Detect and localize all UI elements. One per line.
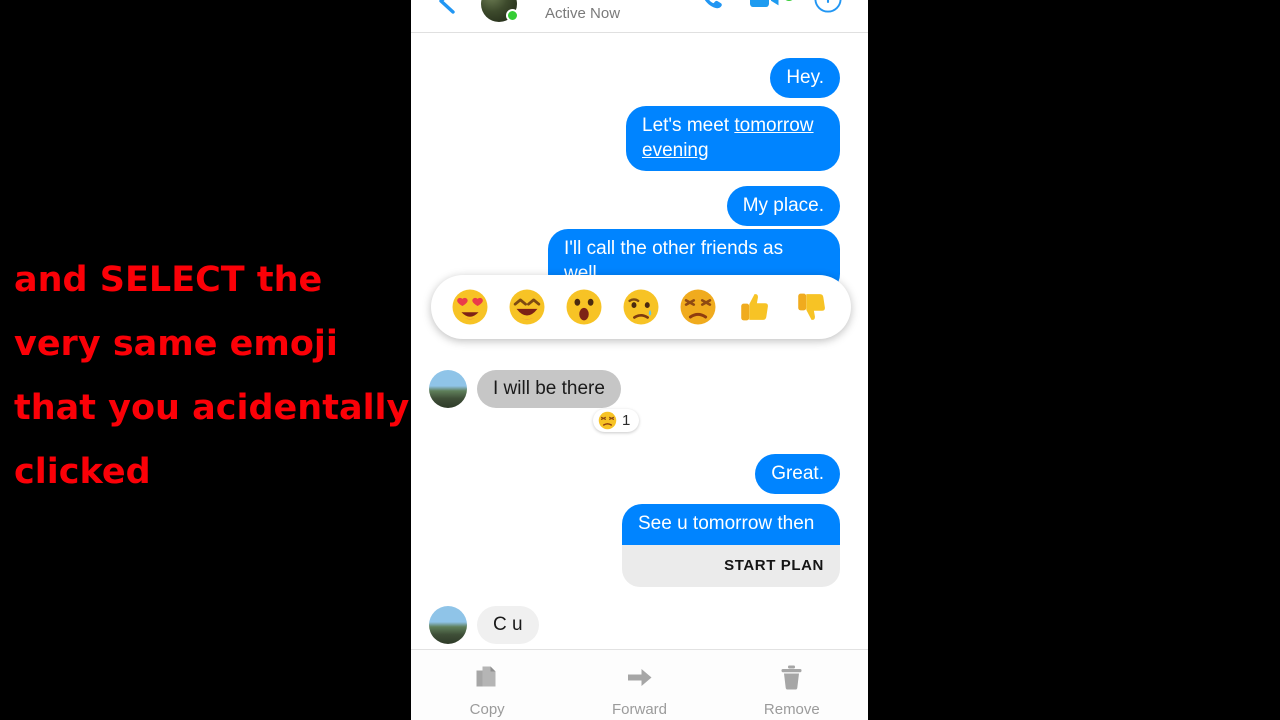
emoji-reaction-picker[interactable] — [431, 275, 851, 339]
wow-emoji[interactable] — [564, 287, 604, 327]
message-reaction-badge[interactable]: 1 — [593, 409, 640, 432]
copy-action[interactable]: Copy — [411, 650, 563, 720]
contact-avatar[interactable] — [481, 0, 519, 22]
forward-arrow-icon — [624, 662, 655, 693]
video-active-dot — [783, 0, 795, 1]
thumbs-down-emoji[interactable] — [792, 287, 832, 327]
message-bubble-outgoing[interactable]: Great. — [755, 454, 840, 494]
reaction-count: 1 — [622, 412, 631, 429]
info-circle-icon[interactable] — [813, 0, 843, 14]
sad-emoji[interactable] — [621, 287, 661, 327]
message-row: Great. — [755, 454, 840, 494]
sender-avatar — [429, 606, 467, 644]
remove-action[interactable]: Remove — [716, 650, 868, 720]
back-arrow-icon[interactable] — [433, 0, 463, 16]
message-bubble-outgoing[interactable]: Let's meet tomorrow evening — [626, 106, 840, 171]
message-text-part: Let's meet — [642, 115, 735, 136]
tutorial-annotation-text: and SELECT the very same emoji that you … — [14, 260, 410, 492]
message-action-bar[interactable]: Copy Forward Remove — [411, 649, 868, 720]
angry-emoji — [598, 411, 617, 430]
message-thread[interactable]: Hey. Let's meet tomorrow evening My plac… — [411, 34, 868, 649]
forward-action-label: Forward — [611, 701, 667, 718]
heart-eyes-emoji[interactable] — [450, 287, 490, 327]
message-row: Let's meet tomorrow evening — [626, 106, 840, 171]
start-plan-card[interactable]: START PLAN — [622, 545, 840, 587]
thumbs-up-emoji[interactable] — [735, 287, 775, 327]
angry-emoji[interactable] — [678, 287, 718, 327]
message-bubble-outgoing[interactable]: See u tomorrow then — [622, 504, 840, 545]
contact-status-text: Active Now — [545, 5, 621, 22]
remove-action-label: Remove — [763, 701, 820, 718]
message-bubble-incoming[interactable]: C u — [477, 606, 539, 644]
message-bubble-outgoing[interactable]: My place. — [726, 186, 840, 226]
start-plan-button-label[interactable]: START PLAN — [724, 557, 824, 574]
message-row: C u — [429, 606, 539, 644]
message-row: Hey. — [770, 58, 840, 98]
screen-root: and SELECT the very same emoji that you … — [0, 0, 1280, 720]
forward-action[interactable]: Forward — [563, 650, 715, 720]
laughing-emoji[interactable] — [507, 287, 547, 327]
video-call-icon[interactable] — [748, 0, 782, 14]
message-row: I will be there — [429, 370, 621, 408]
active-green-dot — [506, 9, 519, 22]
message-bubble-incoming[interactable]: I will be there — [477, 370, 621, 408]
message-row: See u tomorrow then START PLAN — [622, 504, 840, 587]
message-row: My place. — [726, 186, 840, 226]
copy-icon — [472, 662, 503, 693]
message-bubble-outgoing[interactable]: Hey. — [770, 58, 840, 98]
phone-screen: Active Now Hey. Let's meet tomorrow even… — [411, 0, 868, 720]
trash-icon — [776, 662, 807, 693]
copy-action-label: Copy — [469, 701, 505, 718]
phone-call-icon[interactable] — [699, 0, 727, 14]
sender-avatar — [429, 370, 467, 408]
chat-header: Active Now — [411, 0, 868, 33]
